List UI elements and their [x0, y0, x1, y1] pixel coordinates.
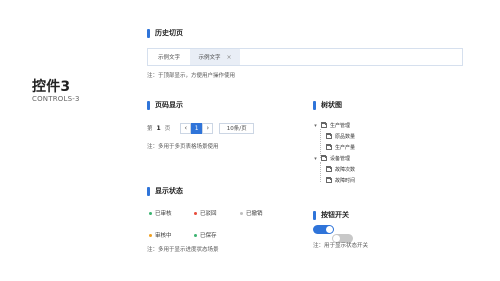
- page-prefix: 第: [147, 126, 153, 132]
- folder-icon: [326, 166, 332, 172]
- page-number: 1: [156, 124, 161, 132]
- status-item-reviewing: 审核中: [149, 231, 172, 239]
- tree-section-header: 树状图: [313, 101, 342, 110]
- page-size-select[interactable]: 10条/页: [219, 122, 255, 134]
- status-note: 注：多用于显示进度状态场景: [147, 247, 219, 253]
- tree-connector: [320, 129, 321, 158]
- tree-node-output[interactable]: 生产产量: [326, 144, 355, 151]
- status-heading: 显示状态: [155, 187, 183, 195]
- status-section-header: 显示状态: [147, 187, 183, 196]
- history-heading: 历史切页: [155, 29, 183, 37]
- page-title: 控件3: [32, 79, 71, 95]
- tree-heading: 树状图: [321, 101, 342, 109]
- status-label: 已撤销: [246, 211, 263, 217]
- history-tab-2-label: 示例文字: [198, 55, 221, 61]
- history-tab-bar: 示例文字 示例文字 ×: [147, 48, 463, 66]
- history-tab-1-label: 示例文字: [157, 55, 180, 61]
- close-icon[interactable]: ×: [226, 54, 231, 61]
- page-size-label: 10条/页: [226, 126, 247, 132]
- pagination-note: 注：多用于多页表格场景使用: [147, 144, 219, 150]
- toggle-switch-on[interactable]: [313, 225, 334, 234]
- history-tab-2[interactable]: 示例文字 ×: [190, 49, 240, 65]
- current-page-button[interactable]: 1: [191, 122, 203, 134]
- tree-node-fault-count[interactable]: 故障次数: [326, 166, 355, 173]
- folder-icon: [326, 144, 332, 150]
- status-dot: [149, 233, 152, 237]
- status-item-revoked: 已撤销: [240, 209, 263, 217]
- tree-node-label: 故障时间: [335, 178, 356, 184]
- tree-node-label: 生产管理: [330, 123, 351, 129]
- status-dot: [194, 233, 197, 237]
- history-tab-1[interactable]: 示例文字: [148, 49, 190, 65]
- folder-icon: [326, 133, 332, 139]
- switch-heading: 按钮开关: [321, 211, 349, 219]
- switch-section-header: 按钮开关: [313, 211, 349, 220]
- tree-node-raw-quantity[interactable]: 原品数量: [326, 133, 355, 140]
- current-page-label: 1: [194, 124, 199, 132]
- switch-note: 注：用于显示状态开关: [313, 243, 369, 249]
- history-section-header: 历史切页: [147, 29, 183, 38]
- status-item-approved: 已审核: [149, 209, 172, 217]
- accent-bar: [147, 101, 150, 110]
- chevron-down-icon: ▾: [314, 155, 317, 162]
- accent-bar: [313, 101, 316, 110]
- status-label: 已保存: [200, 233, 217, 239]
- tree-node-label: 设备管理: [330, 156, 351, 162]
- chevron-down-icon: ▾: [314, 122, 317, 129]
- tree-node-equipment[interactable]: ▾ 设备管理: [313, 155, 350, 162]
- status-dot: [194, 211, 197, 215]
- tree-node-label: 生产产量: [335, 145, 356, 151]
- pagination-control: 第 1 页 ‹ 1 › 10条/页: [147, 122, 255, 134]
- chevron-left-icon: ‹: [184, 124, 188, 132]
- folder-icon: [321, 155, 327, 161]
- next-page-button[interactable]: ›: [202, 122, 214, 134]
- prev-page-button[interactable]: ‹: [180, 122, 192, 134]
- status-label: 审核中: [155, 233, 172, 239]
- pagination-section-header: 页码显示: [147, 101, 183, 110]
- status-label: 已审核: [155, 211, 172, 217]
- toggle-knob: [326, 226, 333, 233]
- pagination-heading: 页码显示: [155, 101, 183, 109]
- tree-node-fault-time[interactable]: 故障时间: [326, 177, 355, 184]
- tree-node-label: 原品数量: [335, 134, 356, 140]
- status-item-saved: 已保存: [194, 231, 217, 239]
- accent-bar: [313, 211, 316, 220]
- status-dot: [149, 211, 152, 215]
- status-label: 已驳回: [200, 211, 217, 217]
- tree-node-label: 故障次数: [335, 167, 356, 173]
- accent-bar: [147, 187, 150, 196]
- page-subtitle: CONTROLS-3: [32, 95, 80, 103]
- chevron-right-icon: ›: [206, 124, 210, 132]
- tree-connector: [320, 162, 321, 182]
- page-suffix: 页: [164, 126, 171, 132]
- accent-bar: [147, 29, 150, 38]
- folder-icon: [321, 122, 327, 128]
- status-dot: [240, 211, 243, 215]
- tree-node-production[interactable]: ▾ 生产管理: [313, 122, 350, 129]
- history-note: 注：于顶部显示，方便用户操作使用: [147, 73, 236, 79]
- folder-icon: [326, 177, 332, 183]
- status-item-rejected: 已驳回: [194, 209, 217, 217]
